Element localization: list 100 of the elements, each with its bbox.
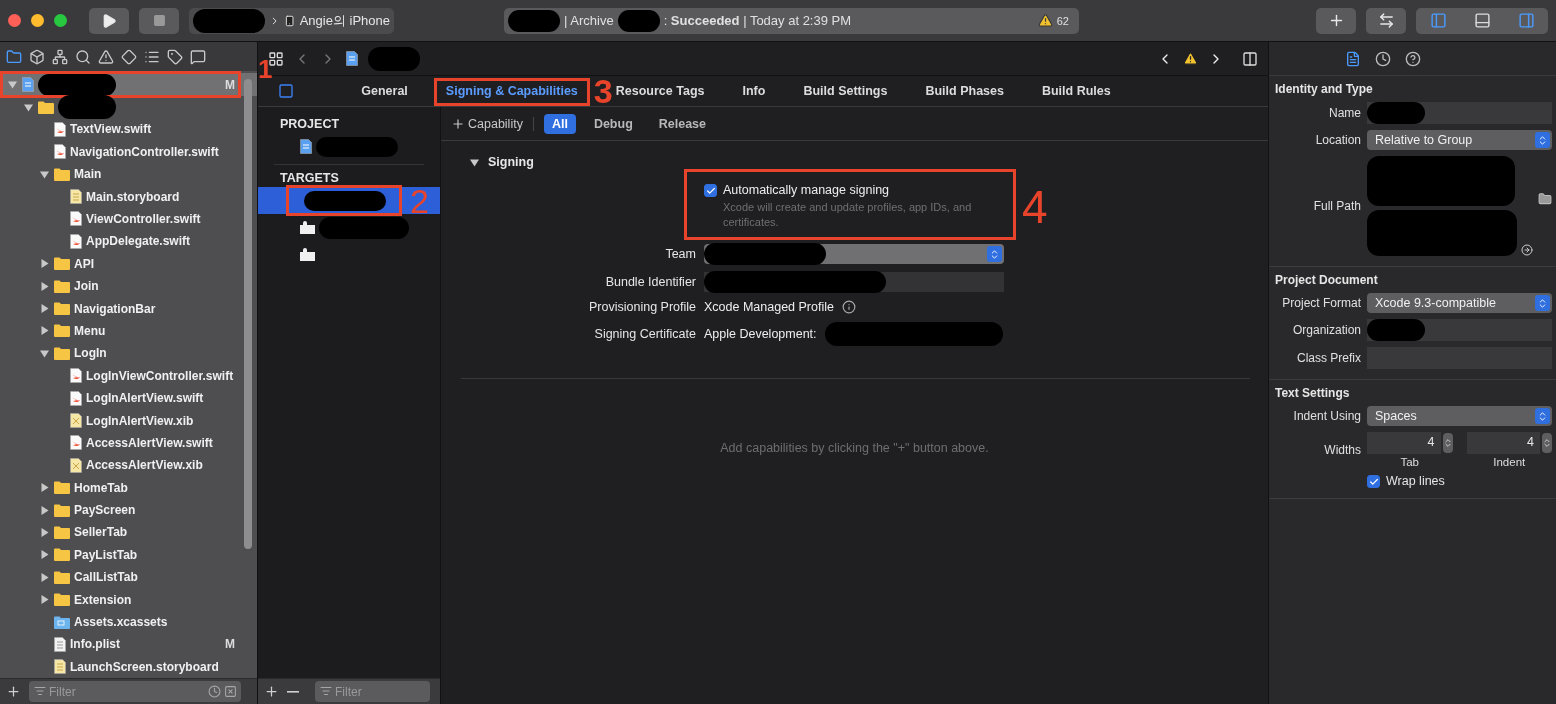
- tree-row[interactable]: LogIn: [0, 342, 257, 365]
- folder-icon: [54, 503, 70, 517]
- sidebar-toggle-icon[interactable]: [278, 83, 294, 99]
- tree-row[interactable]: CallListTab: [0, 566, 257, 589]
- tree-row[interactable]: PayScreen: [0, 498, 257, 522]
- navigator-tab[interactable]: [52, 48, 68, 65]
- editor-tab[interactable]: Build Settings: [793, 80, 898, 102]
- run-button[interactable]: [89, 7, 129, 34]
- tree-row[interactable]: Assets.xcassets: [0, 610, 257, 634]
- filter-tab[interactable]: Release: [650, 113, 715, 134]
- tree-row[interactable]: Menu: [0, 319, 257, 343]
- popup-arrows-icon: [1535, 132, 1550, 148]
- tree-row[interactable]: LaunchScreen.storyboard: [0, 655, 257, 678]
- editor-tab[interactable]: Build Rules: [1031, 80, 1121, 102]
- number-field[interactable]: 4: [1367, 432, 1441, 454]
- warning-icon: [98, 48, 114, 65]
- tree-row[interactable]: AccessAlertView.swift: [0, 431, 257, 455]
- number-field[interactable]: 4: [1466, 432, 1540, 454]
- text-field[interactable]: [1367, 102, 1552, 124]
- section-header: PROJECT: [279, 116, 341, 133]
- swap-button[interactable]: [1366, 7, 1406, 34]
- tree-row[interactable]: NavigationBar: [0, 297, 257, 320]
- popup-button[interactable]: Xcode 9.3-compatible: [1367, 293, 1552, 313]
- tree-row[interactable]: TextView.swift: [0, 118, 257, 141]
- redaction-mark: [1367, 319, 1425, 341]
- navigator-tab[interactable]: [167, 48, 183, 65]
- add-button[interactable]: [1316, 7, 1356, 34]
- text-field[interactable]: [704, 272, 1004, 292]
- popup-button[interactable]: Spaces: [1367, 406, 1552, 426]
- inspector-tab[interactable]: [1404, 50, 1421, 67]
- tree-row[interactable]: LogInAlertView.swift: [0, 386, 257, 410]
- add-button[interactable]: [6, 684, 21, 699]
- field-label: Location: [1314, 133, 1361, 147]
- file-name: SellerTab: [74, 525, 128, 540]
- tree-row[interactable]: ViewController.swift: [0, 207, 257, 231]
- hierarchy-icon: [52, 48, 68, 65]
- file-name: HomeTab: [74, 480, 128, 495]
- stepper[interactable]: [1442, 433, 1453, 453]
- navigator-tab[interactable]: [98, 48, 114, 65]
- folder-icon: [54, 346, 70, 360]
- scrollbar[interactable]: [244, 79, 252, 550]
- tree-row[interactable]: Main: [0, 163, 257, 186]
- tree-row[interactable]: SellerTab: [0, 521, 257, 544]
- filter-field[interactable]: Filter: [315, 681, 430, 702]
- info-icon[interactable]: [841, 300, 856, 314]
- swift-file-icon: [70, 368, 82, 384]
- team-popup[interactable]: [704, 244, 1004, 264]
- clear-icon[interactable]: [224, 685, 237, 698]
- navigator-tab[interactable]: [121, 48, 137, 65]
- tree-row[interactable]: AccessAlertView.xib: [0, 454, 257, 477]
- tree-row[interactable]: HomeTab: [0, 476, 257, 499]
- remove-button[interactable]: [287, 690, 299, 693]
- warning-icon[interactable]: [1037, 13, 1053, 28]
- editor-tab[interactable]: Build Phases: [915, 80, 1014, 102]
- checkbox[interactable]: [704, 184, 717, 197]
- stepper[interactable]: [1542, 433, 1552, 453]
- minimize-button[interactable]: [31, 14, 44, 27]
- tree-row[interactable]: NavigationController.swift: [0, 140, 257, 163]
- add-editor-icon[interactable]: [1242, 50, 1258, 67]
- stop-button[interactable]: [139, 7, 179, 34]
- file-name: AppDelegate.swift: [86, 234, 190, 249]
- swift-file-icon: [70, 390, 82, 406]
- empty-message: Add capabilities by clicking the "+" button above.: [719, 441, 990, 455]
- section-title: Project Document: [1275, 273, 1379, 287]
- swift-file-icon: [54, 144, 66, 160]
- inspector-tab[interactable]: [1374, 50, 1391, 67]
- filter-tab[interactable]: Debug: [585, 113, 641, 134]
- popup-button[interactable]: Relative to Group: [1367, 130, 1552, 150]
- checkbox[interactable]: [1367, 475, 1380, 488]
- filter-tab[interactable]: All: [543, 113, 576, 134]
- device-name: Angie의 iPhone: [299, 11, 390, 30]
- tree-row[interactable]: Info.plist M: [0, 633, 257, 656]
- tree-row[interactable]: Main.storyboard: [0, 185, 257, 208]
- stepper-arrows-icon: [1442, 438, 1453, 448]
- tree-row[interactable]: AppDelegate.swift: [0, 230, 257, 253]
- tree-row[interactable]: Join: [0, 274, 257, 298]
- scheme-selector[interactable]: Angie의 iPhone: [189, 7, 394, 34]
- add-button[interactable]: [264, 684, 279, 699]
- text-field[interactable]: [1367, 319, 1552, 341]
- navigator-tab[interactable]: [6, 48, 22, 65]
- filter-field[interactable]: Filter: [29, 681, 241, 702]
- file-name: Assets.xcassets: [74, 615, 168, 629]
- navigator-tab[interactable]: [29, 48, 45, 65]
- editor-tab[interactable]: Info: [732, 80, 776, 102]
- inspector-tab[interactable]: [1344, 50, 1361, 67]
- navigator-tab[interactable]: [190, 48, 206, 65]
- add-capability-button[interactable]: Capability: [451, 116, 534, 131]
- clock-icon[interactable]: [208, 685, 221, 698]
- tree-row[interactable]: Extension: [0, 588, 257, 611]
- close-button[interactable]: [8, 14, 21, 27]
- field-label: Organization: [1291, 323, 1361, 337]
- navigator-tab[interactable]: [75, 48, 91, 65]
- editor-tab[interactable]: General: [351, 80, 418, 102]
- tree-row[interactable]: LogInViewController.swift: [0, 364, 257, 387]
- tree-row[interactable]: API: [0, 252, 257, 275]
- zoom-button[interactable]: [54, 14, 67, 27]
- tree-row[interactable]: LogInAlertView.xib: [0, 409, 257, 432]
- tree-row[interactable]: PayListTab: [0, 543, 257, 567]
- folder-icon[interactable]: [1538, 192, 1552, 206]
- warning-icon[interactable]: [1183, 51, 1198, 66]
